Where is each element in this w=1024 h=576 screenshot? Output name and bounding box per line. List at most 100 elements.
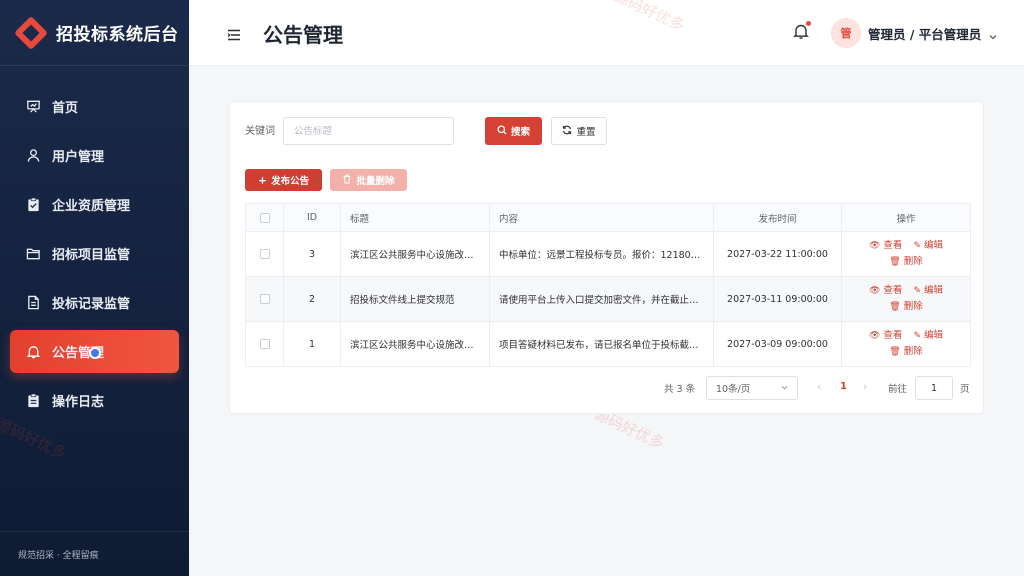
announcement-table: ID 标题 内容 发布时间 操作 3 滨江区公共服务中心设施改造项目中标公告 中… [245, 203, 971, 367]
sidebar-item-qualification[interactable]: 企业资质管理 [10, 183, 179, 226]
sidebar-item-users[interactable]: 用户管理 [10, 134, 179, 177]
row-checkbox[interactable] [259, 249, 270, 259]
eye-icon: 👁 [868, 331, 881, 341]
delete-label: 删除 [903, 346, 923, 357]
row-actions: 👁 查看 ✎ 编辑 🗑 删除 [841, 276, 971, 322]
row-time: 2027-03-09 09:00:00 [713, 321, 842, 367]
search-button[interactable]: 搜索 [485, 117, 542, 145]
edit-label: 编辑 [924, 240, 944, 251]
row-content: 项目答疑材料已发布，请已报名单位于投标截止前查阅 [489, 321, 714, 367]
eye-icon: 👁 [868, 286, 881, 296]
brand: 招投标系统后台 [0, 0, 189, 66]
view-button[interactable]: 👁 查看 [869, 238, 902, 254]
user-name[interactable]: 管理员 / 平台管理员 [868, 24, 981, 43]
row-content: 中标单位：远景工程投标专员。报价：1218000元 [489, 231, 714, 277]
view-label: 查看 [883, 240, 903, 251]
row-time: 2027-03-11 09:00:00 [713, 276, 842, 322]
eye-icon: 👁 [868, 241, 881, 251]
goto-page-input[interactable] [915, 376, 953, 400]
page-unit-label: 页 [960, 384, 970, 395]
column-header: ID [283, 203, 341, 232]
sidebar-item-label: 企业资质管理 [52, 199, 131, 214]
delete-button[interactable]: 🗑 删除 [889, 254, 922, 270]
row-title: 滨江区公共服务中心设施改造项目答疑公告 [340, 321, 490, 367]
pagination-total: 共 3 条 [664, 384, 696, 395]
folder-open-icon [25, 246, 41, 262]
view-label: 查看 [883, 285, 903, 296]
sidebar-item-projects[interactable]: 招标项目监管 [10, 232, 179, 275]
table-row: 2 招投标文件线上提交规范 请使用平台上传入口提交加密文件，并在截止时间前完成 … [245, 276, 971, 322]
sidebar-item-label: 招标项目监管 [52, 248, 131, 263]
row-checkbox[interactable] [259, 294, 270, 304]
batch-delete-button[interactable]: 批量删除 [330, 169, 407, 191]
presentation-board-icon [25, 99, 41, 115]
trash-icon [342, 174, 352, 186]
edit-icon: ✎ [913, 286, 921, 296]
bell-icon [25, 344, 41, 360]
row-actions: 👁 查看 ✎ 编辑 🗑 删除 [841, 231, 971, 277]
sidebar-item-bid-records[interactable]: 投标记录监管 [10, 281, 179, 324]
column-header: 操作 [841, 203, 971, 232]
edit-button[interactable]: ✎ 编辑 [913, 283, 943, 299]
next-page-icon[interactable]: › [863, 380, 867, 393]
edit-icon: ✎ [913, 241, 921, 251]
publish-button[interactable]: + 发布公告 [245, 169, 322, 191]
trash-icon: 🗑 [889, 257, 901, 267]
row-checkbox[interactable] [259, 339, 270, 349]
prev-page-icon[interactable]: ‹ [817, 380, 821, 393]
user-icon [25, 148, 41, 164]
sidebar-item-logs[interactable]: 操作日志 [10, 379, 179, 422]
row-content: 请使用平台上传入口提交加密文件，并在截止时间前完成 [489, 276, 714, 322]
table-row: 1 滨江区公共服务中心设施改造项目答疑公告 项目答疑材料已发布，请已报名单位于投… [245, 321, 971, 367]
notification-bell-icon[interactable] [792, 21, 811, 40]
announcement-card: 关键词 搜索 重置 + 发布公告 批量删除 ID 标题 内容 [229, 101, 984, 414]
reset-button[interactable]: 重置 [551, 117, 607, 145]
sidebar-item-announcements[interactable]: 公告管理 [10, 330, 179, 373]
select-all-cell [245, 203, 284, 232]
select-all-checkbox[interactable] [259, 212, 270, 223]
logo-icon [14, 15, 48, 50]
view-label: 查看 [883, 330, 903, 341]
sidebar-nav: 首页 用户管理 企业资质管理 招标项目监管 投标记录监管 公告管理 操作日志 [0, 85, 189, 422]
batch-delete-label: 批量删除 [356, 176, 395, 187]
chevron-down-icon [780, 383, 789, 392]
column-header: 内容 [489, 203, 714, 232]
cursor-indicator [89, 347, 101, 359]
sidebar-item-home[interactable]: 首页 [10, 85, 179, 128]
edit-button[interactable]: ✎ 编辑 [913, 328, 943, 344]
view-button[interactable]: 👁 查看 [869, 328, 902, 344]
column-header: 发布时间 [713, 203, 842, 232]
row-title: 滨江区公共服务中心设施改造项目中标公告 [340, 231, 490, 277]
chevron-down-icon[interactable] [988, 27, 998, 40]
sidebar: 招投标系统后台 首页 用户管理 企业资质管理 招标项目监管 投标记录监管 公告管… [0, 0, 189, 576]
row-actions: 👁 查看 ✎ 编辑 🗑 删除 [841, 321, 971, 367]
row-id: 2 [283, 276, 341, 322]
keyword-label: 关键词 [245, 126, 275, 137]
page-size-value: 10条/页 [716, 384, 751, 395]
sidebar-item-label: 用户管理 [52, 150, 105, 165]
edit-label: 编辑 [924, 285, 944, 296]
menu-toggle-icon[interactable] [227, 26, 241, 41]
trash-icon: 🗑 [889, 302, 901, 312]
edit-label: 编辑 [924, 330, 944, 341]
current-page[interactable]: 1 [840, 381, 847, 392]
plus-icon: + [257, 173, 268, 187]
goto-label: 前往 [888, 384, 908, 395]
refresh-icon [562, 125, 572, 137]
edit-icon: ✎ [913, 331, 921, 341]
page-title: 公告管理 [263, 23, 343, 47]
sidebar-footer: 规范招采 · 全程留痕 [0, 531, 189, 576]
reset-button-label: 重置 [576, 127, 596, 138]
view-button[interactable]: 👁 查看 [869, 283, 902, 299]
table-row: 3 滨江区公共服务中心设施改造项目中标公告 中标单位：远景工程投标专员。报价：1… [245, 231, 971, 277]
edit-button[interactable]: ✎ 编辑 [913, 238, 943, 254]
row-id: 3 [283, 231, 341, 277]
search-input[interactable] [283, 117, 454, 145]
delete-button[interactable]: 🗑 删除 [889, 344, 922, 360]
page-size-select[interactable]: 10条/页 [706, 376, 798, 400]
document-icon [25, 295, 41, 311]
sidebar-item-label: 首页 [52, 101, 79, 116]
avatar[interactable]: 管 [831, 18, 861, 48]
sidebar-item-label: 投标记录监管 [52, 297, 131, 312]
delete-button[interactable]: 🗑 删除 [889, 299, 922, 315]
